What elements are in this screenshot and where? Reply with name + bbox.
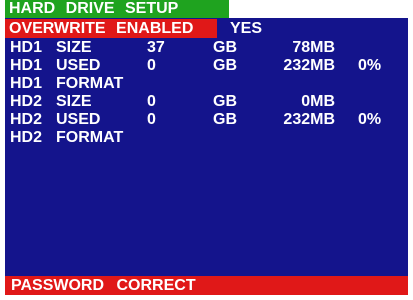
- hd1-size-row[interactable]: HD1 SIZE 37 GB 78MB: [5, 39, 408, 57]
- size-unit: GB: [213, 93, 237, 110]
- drive-rows: HD1 SIZE 37 GB 78MB HD1 USED 0 GB 232MB …: [5, 39, 408, 147]
- drive-label: HD1: [10, 75, 43, 92]
- osd-screen: HARD DRIVE SETUP OVERWRITE ENABLED YES H…: [0, 0, 413, 300]
- mb-value: 0MB: [301, 93, 335, 110]
- used-value: 0: [147, 57, 156, 74]
- hd2-format-row[interactable]: HD2 FORMAT: [5, 129, 408, 147]
- field-label: USED: [56, 57, 101, 74]
- size-unit: GB: [213, 39, 237, 56]
- hd1-format-row[interactable]: HD1 FORMAT: [5, 75, 408, 93]
- size-value: 37: [147, 39, 165, 56]
- drive-label: HD1: [10, 57, 43, 74]
- overwrite-value[interactable]: YES: [230, 19, 262, 38]
- setup-panel: OVERWRITE ENABLED YES HD1 SIZE 37 GB 78M…: [5, 18, 408, 295]
- mb-value: 78MB: [292, 39, 335, 56]
- status-message: PASSWORD CORRECT: [5, 276, 408, 295]
- mb-value: 232MB: [283, 57, 335, 74]
- field-label: SIZE: [56, 93, 92, 110]
- drive-label: HD2: [10, 93, 43, 110]
- overwrite-row[interactable]: OVERWRITE ENABLED YES: [5, 19, 305, 38]
- page-title: HARD DRIVE SETUP: [5, 0, 229, 18]
- format-action[interactable]: FORMAT: [56, 129, 123, 147]
- format-action[interactable]: FORMAT: [56, 75, 123, 93]
- mb-value: 232MB: [283, 111, 335, 128]
- drive-label: HD2: [10, 111, 43, 128]
- used-value: 0: [147, 111, 156, 128]
- used-unit: GB: [213, 57, 237, 74]
- overwrite-label[interactable]: OVERWRITE ENABLED: [5, 19, 217, 38]
- hd2-size-row[interactable]: HD2 SIZE 0 GB 0MB: [5, 93, 408, 111]
- percent-value: 0%: [358, 57, 382, 74]
- hd1-used-row[interactable]: HD1 USED 0 GB 232MB 0%: [5, 57, 408, 75]
- field-label: SIZE: [56, 39, 92, 56]
- drive-label: HD1: [10, 39, 43, 56]
- field-label: USED: [56, 111, 101, 128]
- size-value: 0: [147, 93, 156, 110]
- hd2-used-row[interactable]: HD2 USED 0 GB 232MB 0%: [5, 111, 408, 129]
- percent-value: 0%: [358, 111, 382, 128]
- used-unit: GB: [213, 111, 237, 128]
- drive-label: HD2: [10, 129, 43, 146]
